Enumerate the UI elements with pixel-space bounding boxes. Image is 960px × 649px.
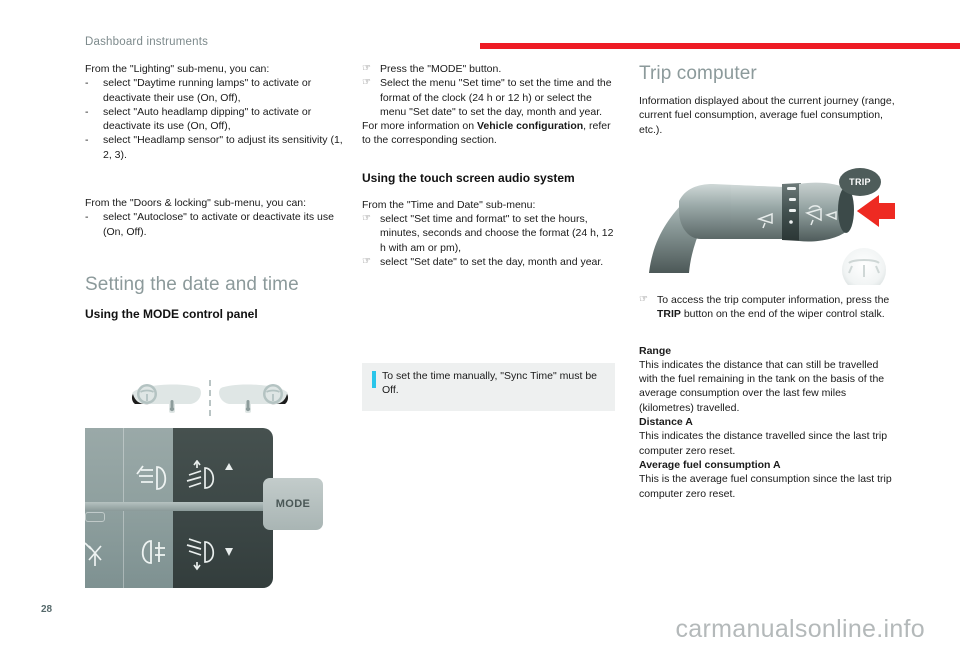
drive-side-indicators bbox=[125, 378, 295, 420]
term-range: Range bbox=[639, 344, 672, 357]
column-right: Trip computer Information displayed abou… bbox=[639, 62, 897, 137]
info-icon bbox=[372, 371, 376, 388]
access-pre: To access the trip computer information,… bbox=[657, 294, 890, 306]
pointing-hand-icon: ☞ bbox=[362, 63, 371, 74]
lighting-intro: From the "Lighting" sub-menu, you can: bbox=[85, 63, 270, 75]
dash-bullet: - bbox=[85, 211, 89, 224]
stalk-section-2 bbox=[731, 185, 784, 239]
doors-intro: From the "Doors & locking" sub-menu, you… bbox=[85, 197, 307, 210]
detent-mark bbox=[787, 187, 796, 190]
definition-average-fuel-consumption-a: This is the average fuel consumption sin… bbox=[639, 473, 892, 500]
access-post: button on the end of the wiper control s… bbox=[680, 308, 885, 321]
page-number: 28 bbox=[41, 604, 53, 615]
lighting-dimmer-icon bbox=[85, 542, 102, 566]
list-item-text: select "Set date" to set the day, month … bbox=[380, 255, 604, 268]
detent-mark bbox=[789, 209, 796, 212]
front-fog-lamp-icon bbox=[136, 465, 167, 490]
section-heading-trip-computer: Trip computer bbox=[639, 63, 757, 84]
pointing-hand-icon: ☞ bbox=[639, 294, 648, 305]
arrow-down-glyph bbox=[225, 548, 233, 556]
list-item-text: Select the menu "Set time" to set the ti… bbox=[380, 77, 612, 118]
manual-page: Dashboard instruments From the "Lighting… bbox=[0, 0, 960, 649]
list-item-text: To access the trip computer information,… bbox=[657, 293, 897, 322]
list-item-text: select "Auto headlamp dipping" to activa… bbox=[103, 105, 312, 133]
panel-horizontal-stalk bbox=[85, 502, 273, 511]
definition-distance-a: This indicates the distance travelled si… bbox=[639, 430, 888, 457]
section-heading-setting-date-time: Setting the date and time bbox=[85, 273, 299, 295]
headlamp-beam-down-icon bbox=[186, 538, 233, 571]
left-hand-drive-icon bbox=[131, 384, 201, 413]
definition-range: This indicates the distance that can sti… bbox=[639, 358, 885, 414]
trip-button-name: TRIP bbox=[657, 308, 681, 321]
figure-mode-control-panel: MODE bbox=[85, 378, 335, 588]
divider-dashed bbox=[209, 380, 211, 416]
time-date-intro: From the "Time and Date" sub-menu: bbox=[362, 198, 536, 211]
column-right-continued: ☞ To access the trip computer informatio… bbox=[639, 293, 897, 501]
column-middle: ☞ Press the "MODE" button. ☞ Select the … bbox=[362, 62, 620, 269]
detent-mark bbox=[789, 220, 793, 224]
term-average-fuel-consumption-a: Average fuel consumption A bbox=[639, 458, 781, 471]
list-item: - select "Autoclose" to activate or deac… bbox=[85, 210, 343, 239]
list-item-text: Press the "MODE" button. bbox=[380, 63, 502, 75]
pointing-hand-icon: ☞ bbox=[362, 77, 371, 89]
headlamp-beam-up-icon bbox=[186, 460, 233, 489]
header-red-rule bbox=[480, 43, 960, 49]
sub-heading-mode-control-panel: Using the MODE control panel bbox=[85, 306, 258, 321]
right-hand-drive-icon bbox=[219, 384, 289, 413]
info-note-box: To set the time manually, "Sync Time" mu… bbox=[362, 363, 615, 411]
list-item: ☞ select "Set time and format" to set th… bbox=[362, 212, 620, 255]
list-item: ☞ Select the menu "Set time" to set the … bbox=[362, 76, 620, 119]
list-item: ☞ Press the "MODE" button. bbox=[362, 62, 620, 76]
list-item: ☞ To access the trip computer informatio… bbox=[639, 293, 897, 322]
dash-bullet: - bbox=[85, 77, 89, 90]
page-header-title: Dashboard instruments bbox=[85, 36, 209, 48]
mode-button[interactable]: MODE bbox=[263, 478, 323, 530]
sub-heading-touch-screen-audio: Using the touch screen audio system bbox=[362, 170, 575, 185]
list-item: ☞ select "Set date" to set the day, mont… bbox=[362, 255, 620, 269]
more-info-pre: For more information on bbox=[362, 120, 477, 133]
more-info-bold: Vehicle configuration bbox=[476, 120, 584, 133]
pointing-hand-icon: ☞ bbox=[362, 213, 371, 225]
list-item: - select "Daytime running lamps" to acti… bbox=[85, 76, 343, 105]
arrow-up-glyph bbox=[225, 463, 233, 470]
mode-control-panel-body bbox=[85, 428, 273, 588]
red-pointer-arrow-tail bbox=[877, 203, 895, 219]
dash-bullet: - bbox=[85, 105, 89, 118]
info-note-text: To set the time manually, "Sync Time" mu… bbox=[382, 370, 598, 397]
list-item: - select "Headlamp sensor" to adjust its… bbox=[85, 133, 343, 162]
rear-fog-lamp-icon bbox=[141, 540, 165, 564]
column-left: From the "Lighting" sub-menu, you can: -… bbox=[85, 62, 343, 322]
list-item-text: select "Headlamp sensor" to adjust its s… bbox=[103, 134, 343, 161]
dash-bullet: - bbox=[85, 134, 89, 147]
red-pointer-arrow-head bbox=[857, 195, 879, 227]
term-distance-a: Distance A bbox=[639, 416, 693, 429]
figure-wiper-control-stalk: TRIP bbox=[639, 165, 899, 292]
list-item-text: select "Autoclose" to activate or deacti… bbox=[103, 211, 334, 238]
list-item-text: select "Daytime running lamps" to activa… bbox=[103, 77, 312, 104]
vehicle-configuration-note: For more information on Vehicle configur… bbox=[362, 119, 620, 148]
detent-mark bbox=[789, 198, 796, 201]
pointing-hand-icon: ☞ bbox=[362, 255, 371, 267]
trip-badge: TRIP bbox=[839, 168, 881, 196]
list-item: - select "Auto headlamp dipping" to acti… bbox=[85, 105, 343, 134]
list-item-text: select "Set time and format" to set the … bbox=[380, 213, 614, 254]
panel-tab bbox=[85, 512, 105, 522]
trip-computer-intro: Information displayed about the current … bbox=[639, 95, 895, 136]
site-watermark: carmanualsonline.info bbox=[675, 615, 925, 643]
